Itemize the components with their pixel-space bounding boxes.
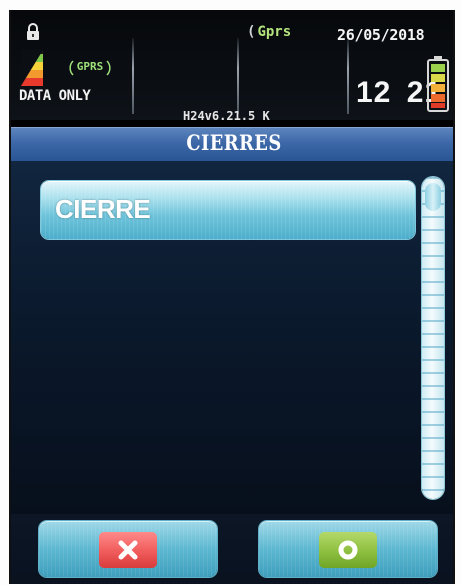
screen: GPRS DATA ONLY (Gprs 26/05/2018 12 21 H2… [9,10,455,584]
confirm-glyph [319,532,377,568]
page-title: CIERRES [186,130,282,155]
title-bar: CIERRES [11,127,453,161]
scrollbar[interactable] [422,177,444,499]
network-hook-icon: ( [247,24,256,40]
status-divider [347,38,349,114]
status-bar: GPRS DATA ONLY (Gprs 26/05/2018 12 21 H2… [11,10,453,123]
cancel-glyph [99,532,157,568]
device-frame: GPRS DATA ONLY (Gprs 26/05/2018 12 21 H2… [0,0,461,585]
confirm-button[interactable] [259,521,437,577]
network-type-label: Gprs [257,24,292,40]
data-mode-label: DATA ONLY [19,88,91,104]
date-label: 26/05/2018 [337,26,425,44]
lock-icon [27,23,39,40]
status-divider [132,38,134,114]
battery-icon [427,56,449,112]
action-bar [11,514,453,584]
scroll-thumb[interactable] [425,183,441,211]
x-icon [118,540,138,560]
list-item-cierre[interactable]: CIERRE [41,181,415,239]
firmware-version: H24v6.21.5 K [183,109,270,123]
network-type: (Gprs [247,24,291,40]
status-divider [237,38,239,114]
cancel-button[interactable] [39,521,217,577]
signal-icon [21,50,43,86]
circle-icon [338,540,358,560]
list-area: CIERRE [11,161,453,514]
gprs-badge: GPRS [65,55,115,81]
gprs-badge-label: GPRS [76,60,104,73]
list-item-label: CIERRE [55,194,151,224]
